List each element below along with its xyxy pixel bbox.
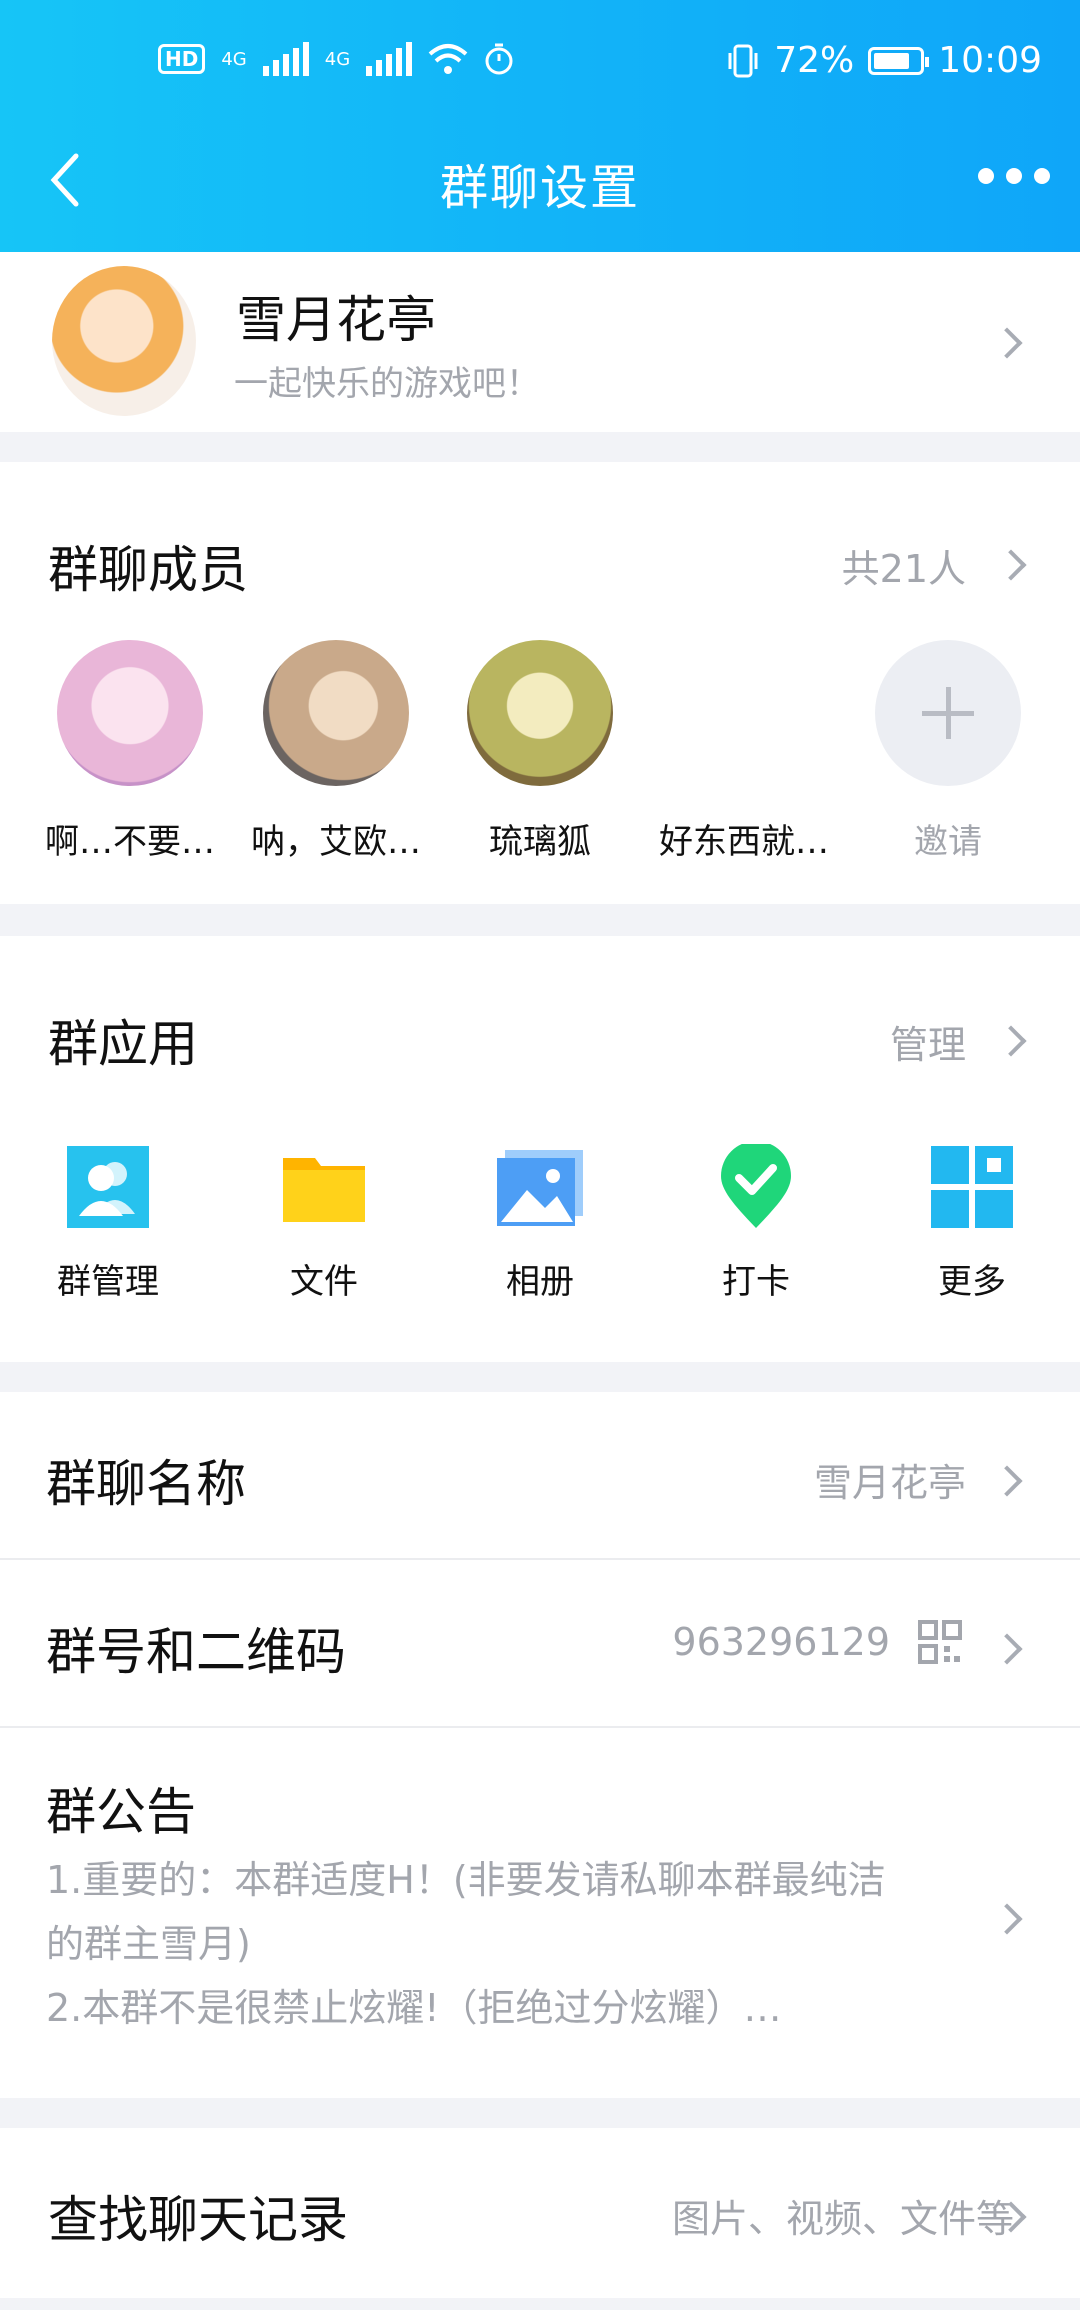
group-profile-card[interactable]: 雪月花亭 一起快乐的游戏吧！ (0, 252, 1080, 432)
member-item[interactable]: 呐，艾欧… (236, 640, 436, 863)
app-label: 文件 (290, 1262, 358, 1302)
chevron-right-icon (991, 327, 1023, 359)
row-label: 群公告 (46, 1783, 196, 1841)
app-group-manage[interactable]: 群管理 (18, 1144, 198, 1303)
apps-title: 群应用 (48, 1015, 198, 1073)
clock: 10:09 (938, 40, 1042, 81)
group-name: 雪月花亭 (236, 291, 436, 349)
notice-line: 的群主雪月) (46, 1922, 251, 1966)
member-item[interactable]: 琉璃狐 (440, 640, 640, 863)
app-label: 相册 (506, 1262, 574, 1302)
group-id-value: 963296129 (672, 1620, 890, 1664)
chevron-right-icon (991, 1633, 1023, 1665)
plus-icon[interactable] (875, 640, 1021, 786)
app-label: 更多 (938, 1262, 1006, 1302)
battery-percent: 72% (774, 40, 855, 81)
invite-button[interactable]: 邀请 (848, 640, 1048, 863)
apps-manage-link[interactable]: 管理 (890, 1014, 966, 1069)
signal-icon (262, 42, 309, 76)
row-notice[interactable]: 群公告 1.重要的：本群适度H！(非要发请私聊本群最纯洁 的群主雪月) 2.本群… (0, 1728, 1080, 2098)
row-group-name[interactable]: 群聊名称 雪月花亭 (0, 1392, 1080, 1558)
member-count[interactable]: 共21人 (842, 538, 966, 593)
page-title: 群聊设置 (439, 160, 640, 216)
row-label: 群号和二维码 (46, 1623, 346, 1681)
wifi-icon (428, 44, 468, 74)
hd-indicator: HD (158, 44, 206, 74)
notice-line: 1.重要的：本群适度H！(非要发请私聊本群最纯洁 (46, 1858, 886, 1902)
signal-icon-2 (366, 42, 413, 76)
member-name: 琉璃狐 (489, 822, 591, 862)
member-item[interactable]: 好东西就… (644, 640, 844, 863)
member-avatar[interactable] (467, 640, 613, 786)
chevron-right-icon[interactable] (995, 549, 1027, 581)
notice-line: 2.本群不是很禁止炫耀!（拒绝过分炫耀）… (46, 1986, 782, 2030)
vibrate-icon (728, 44, 758, 77)
app-checkin[interactable]: 打卡 (666, 1141, 846, 1303)
member-name: 啊…不要… (45, 822, 215, 862)
row-group-id[interactable]: 群号和二维码 963296129 (0, 1560, 1080, 1726)
app-album[interactable]: 相册 (450, 1144, 630, 1303)
group-motto: 一起快乐的游戏吧！ (234, 364, 540, 404)
member-item[interactable]: 啊…不要… (30, 640, 230, 863)
group-apps-section: 群应用 管理 群管理 文件 相册 打卡 更多 (0, 936, 1080, 1362)
members-title: 群聊成员 (48, 541, 248, 599)
row-search-history[interactable]: 查找聊天记录 图片、视频、文件等 (0, 2128, 1080, 2298)
app-more[interactable]: 更多 (882, 1144, 1062, 1303)
qr-code-icon[interactable] (918, 1620, 962, 1664)
more-grid-icon (929, 1144, 1015, 1230)
nav-bar: 群聊设置 (0, 140, 1080, 220)
row-label: 查找聊天记录 (48, 2191, 348, 2249)
more-options-icon[interactable] (978, 168, 1050, 184)
album-icon (497, 1144, 583, 1230)
top-header: HD 4G 4G 72% 10:09 群聊设置 (0, 0, 1080, 252)
app-file[interactable]: 文件 (234, 1144, 414, 1303)
timer-icon (485, 43, 513, 75)
group-manage-icon (65, 1144, 151, 1230)
checkin-icon (713, 1141, 799, 1230)
member-name: 好东西就… (659, 822, 829, 862)
network-type: 4G (221, 48, 247, 70)
member-avatar[interactable] (671, 640, 817, 786)
status-bar: HD 4G 4G 72% 10:09 (0, 36, 1080, 92)
member-name: 呐，艾欧… (251, 822, 421, 862)
chevron-right-icon[interactable] (995, 1025, 1027, 1057)
settings-list: 群聊名称 雪月花亭 群号和二维码 963296129 群公告 1.重要的：本群适… (0, 1392, 1080, 2098)
network-type-2: 4G (324, 48, 351, 70)
chevron-right-icon (991, 1465, 1023, 1497)
row-label: 群聊名称 (46, 1455, 246, 1513)
member-avatar[interactable] (263, 640, 409, 786)
members-section: 群聊成员 共21人 啊…不要… 呐，艾欧… 琉璃狐 好东西就… 邀请 (0, 462, 1080, 904)
invite-label: 邀请 (914, 822, 982, 862)
notice-text: 1.重要的：本群适度H！(非要发请私聊本群最纯洁 的群主雪月) 2.本群不是很禁… (46, 1848, 976, 2040)
member-avatar[interactable] (57, 640, 203, 786)
battery-icon (868, 46, 930, 75)
chevron-right-icon (991, 1903, 1023, 1935)
group-avatar[interactable] (52, 266, 196, 416)
app-label: 打卡 (722, 1262, 790, 1302)
app-label: 群管理 (57, 1262, 159, 1302)
row-value: 雪月花亭 (813, 1461, 966, 1505)
folder-icon (281, 1144, 367, 1230)
search-hint: 图片、视频、文件等 (671, 2197, 1014, 2241)
